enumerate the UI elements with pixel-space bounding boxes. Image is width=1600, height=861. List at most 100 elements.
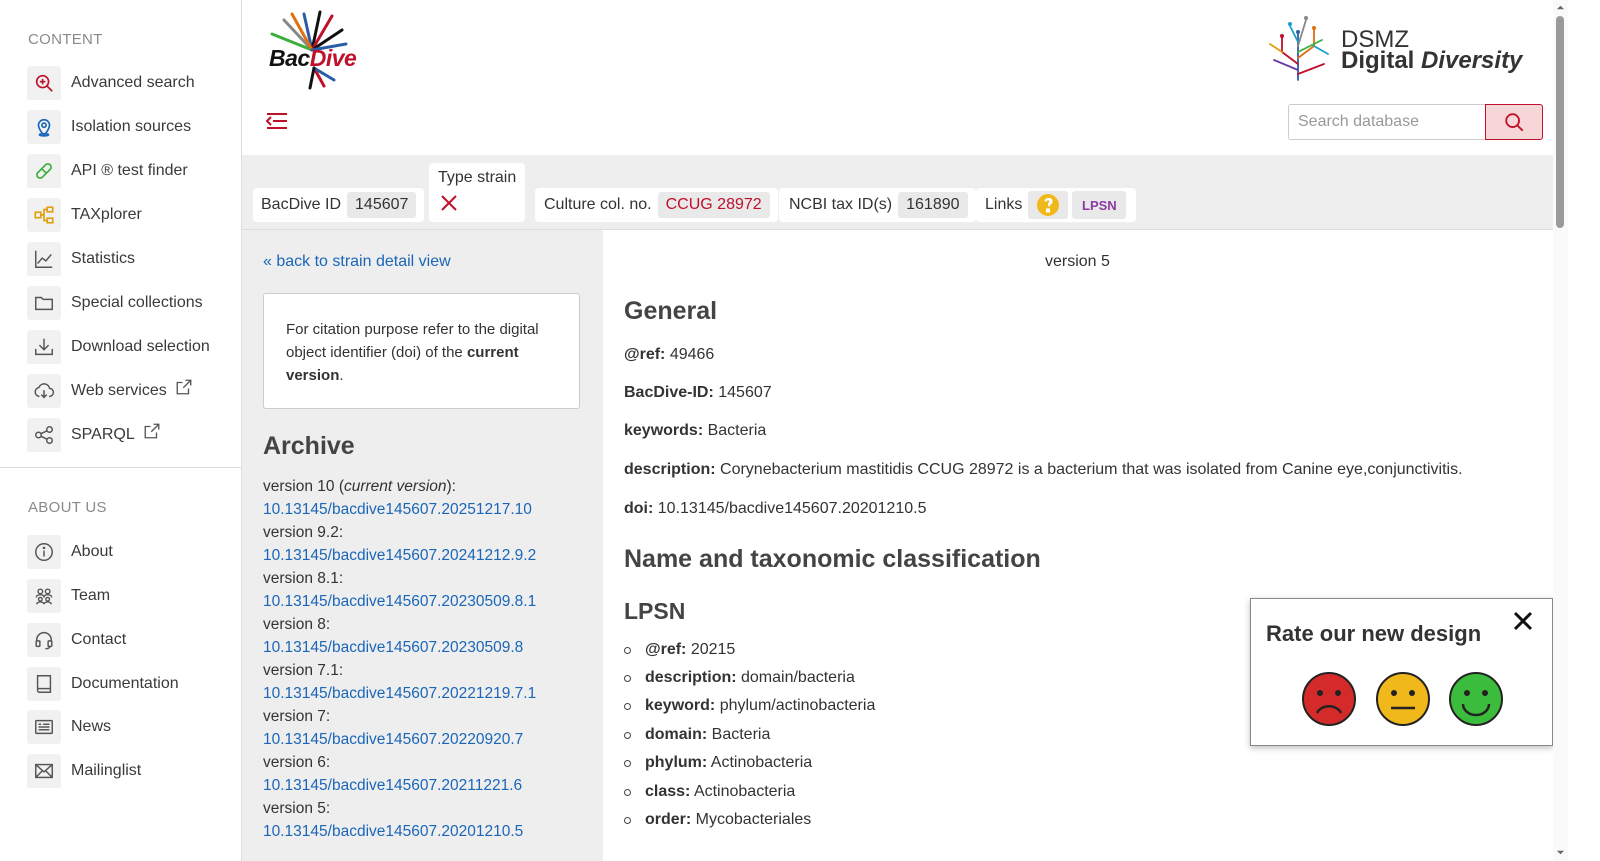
dsmz-subtitle-a: Digital — [1341, 47, 1422, 74]
archive-item: version 8: 10.13145/bacdive145607.2023050… — [263, 613, 598, 659]
sidebar-item-label: Statistics — [71, 250, 136, 267]
scroll-down-arrow-icon[interactable] — [1556, 848, 1565, 857]
archive-doi-link[interactable]: 10.13145/bacdive145607.20230509.8.1 — [263, 590, 598, 613]
archive-doi-link[interactable]: 10.13145/bacdive145607.20211221.6 — [263, 774, 598, 797]
field-value: Corynebacterium mastitidis CCUG 28972 is… — [715, 461, 1463, 478]
sidebar-item-about[interactable]: About — [27, 534, 113, 570]
sidebar-item-download-selection[interactable]: Download selection — [27, 329, 210, 365]
bacdive-id-label: BacDive ID — [261, 196, 342, 213]
lpsn-section-title: LPSN — [624, 598, 686, 624]
archive-doi-link[interactable]: 10.13145/bacdive145607.20221219.7.1 — [263, 682, 598, 705]
scrollbar[interactable] — [1553, 0, 1568, 861]
sidebar-item-mailinglist[interactable]: Mailinglist — [27, 753, 141, 789]
search-input[interactable] — [1288, 104, 1485, 140]
field-value: Actinobacteria — [707, 754, 813, 771]
back-to-strain-link[interactable]: « back to strain detail view — [263, 253, 451, 271]
type-strain-label: Type strain — [438, 169, 517, 186]
archive-suffix: ): — [446, 478, 456, 495]
archive-doi-link[interactable]: 10.13145/bacdive145607.20230509.8 — [263, 636, 598, 659]
culture-collection-label: Culture col. no. — [544, 196, 652, 213]
archive-doi-link[interactable]: 10.13145/bacdive145607.20220920.7 — [263, 728, 598, 751]
archive-item: version 10 (current version): 10.13145/ba… — [263, 475, 598, 521]
archive-doi-link[interactable]: 10.13145/bacdive145607.20241212.9.2 — [263, 544, 598, 567]
archive-version: version 8: — [263, 616, 331, 633]
archive-version: version 7.1: — [263, 662, 344, 679]
archive-doi-link[interactable]: 10.13145/bacdive145607.20251217.10 — [263, 498, 598, 521]
happy-face-icon[interactable] — [1448, 671, 1504, 727]
cloud-download-icon — [27, 374, 61, 408]
field-value: Bacteria — [703, 422, 767, 439]
sidebar-item-news[interactable]: News — [27, 709, 111, 745]
bacdive-logo-text: BacDive — [269, 45, 357, 72]
newspaper-icon — [27, 710, 61, 744]
general-field: BacDive-ID: 145607 — [624, 384, 772, 402]
archive-item: version 7.1: 10.13145/bacdive145607.20221… — [263, 659, 598, 705]
cross-icon — [441, 195, 457, 211]
collapse-menu-icon[interactable] — [264, 108, 290, 134]
culture-collection-value[interactable]: CCUG 28972 — [657, 192, 770, 218]
sidebar-item-isolation-sources[interactable]: Isolation sources — [27, 109, 191, 145]
sidebar-item-contact[interactable]: Contact — [27, 622, 126, 658]
archive-item: version 5: 10.13145/bacdive145607.2020121… — [263, 797, 598, 843]
archive-doi-link[interactable]: 10.13145/bacdive145607.20201210.5 — [263, 820, 598, 843]
link-external-db[interactable] — [1028, 191, 1069, 219]
lpsn-field: class: Actinobacteria — [624, 783, 795, 801]
lpsn-field: phylum: Actinobacteria — [624, 754, 812, 772]
ncbi-tax-value[interactable]: 161890 — [898, 192, 968, 218]
bacdive-id-value: 145607 — [347, 192, 417, 218]
logo-text-black: Bac — [269, 45, 310, 71]
field-key: keywords: — [624, 422, 704, 439]
archive-version: version 7: — [263, 708, 331, 725]
field-key: description: — [624, 461, 716, 478]
close-icon[interactable] — [1511, 609, 1535, 633]
rating-title: Rate our new design — [1266, 621, 1482, 646]
search-bar — [1288, 104, 1543, 140]
sidebar-item-documentation[interactable]: Documentation — [27, 666, 179, 702]
field-value: domain/bacteria — [736, 669, 855, 686]
sidebar-item-taxplorer[interactable]: TAXplorer — [27, 197, 142, 233]
culture-collection-chip: Culture col. no. CCUG 28972 — [535, 188, 778, 222]
search-button[interactable] — [1485, 104, 1543, 140]
bacdive-id-chip: BacDive ID 145607 — [253, 188, 425, 222]
sidebar-item-special-collections[interactable]: Special collections — [27, 285, 203, 321]
sidebar-item-advanced-search[interactable]: Advanced search — [27, 65, 195, 101]
archive-item: version 6: 10.13145/bacdive145607.2021122… — [263, 751, 598, 797]
field-key: order: — [645, 811, 692, 828]
scroll-thumb[interactable] — [1556, 16, 1564, 228]
external-link-icon — [176, 379, 192, 395]
sidebar-item-team[interactable]: Team — [27, 578, 110, 614]
pill-icon — [27, 154, 61, 188]
rating-popup: Rate our new design — [1250, 598, 1553, 746]
ncbi-tax-chip: NCBI tax ID(s) 161890 — [779, 188, 976, 222]
ncbi-tax-label: NCBI tax ID(s) — [789, 196, 893, 213]
lpsn-field: order: Mycobacteriales — [624, 811, 811, 829]
general-field: description: Corynebacterium mastitidis … — [624, 461, 1463, 479]
sidebar-item-label: About — [71, 543, 113, 560]
sad-face-icon[interactable] — [1301, 671, 1357, 727]
bullet-icon — [624, 731, 631, 739]
field-key: @ref: — [624, 346, 666, 363]
bullet-icon — [624, 816, 631, 824]
dsmz-logo-icon[interactable] — [1262, 14, 1334, 84]
lpsn-link-button[interactable]: LPSN — [1072, 191, 1127, 219]
general-field: doi: 10.13145/bacdive145607.20201210.5 — [624, 500, 926, 518]
share-nodes-icon — [27, 418, 61, 452]
external-link-icon — [144, 423, 160, 439]
bullet-icon — [624, 788, 631, 796]
sidebar-item-sparql[interactable]: SPARQL — [27, 417, 161, 453]
scroll-up-arrow-icon[interactable] — [1556, 3, 1565, 12]
field-key: keyword: — [645, 697, 716, 714]
sidebar-item-label: Download selection — [71, 338, 210, 355]
sidebar-item-web-services[interactable]: Web services — [27, 373, 193, 409]
general-title: General — [624, 297, 718, 325]
field-value: 20215 — [686, 641, 736, 658]
search-icon — [1505, 113, 1524, 132]
sidebar-item-api-test-finder[interactable]: API ® test finder — [27, 153, 188, 189]
archive-item: version 8.1: 10.13145/bacdive145607.20230… — [263, 567, 598, 613]
neutral-face-icon[interactable] — [1375, 671, 1431, 727]
field-key: domain: — [645, 726, 708, 743]
field-value: 49466 — [665, 346, 715, 363]
sidebar-item-statistics[interactable]: Statistics — [27, 241, 135, 277]
logo-text-red: Dive — [309, 45, 357, 71]
zoom-plus-icon — [27, 66, 61, 100]
